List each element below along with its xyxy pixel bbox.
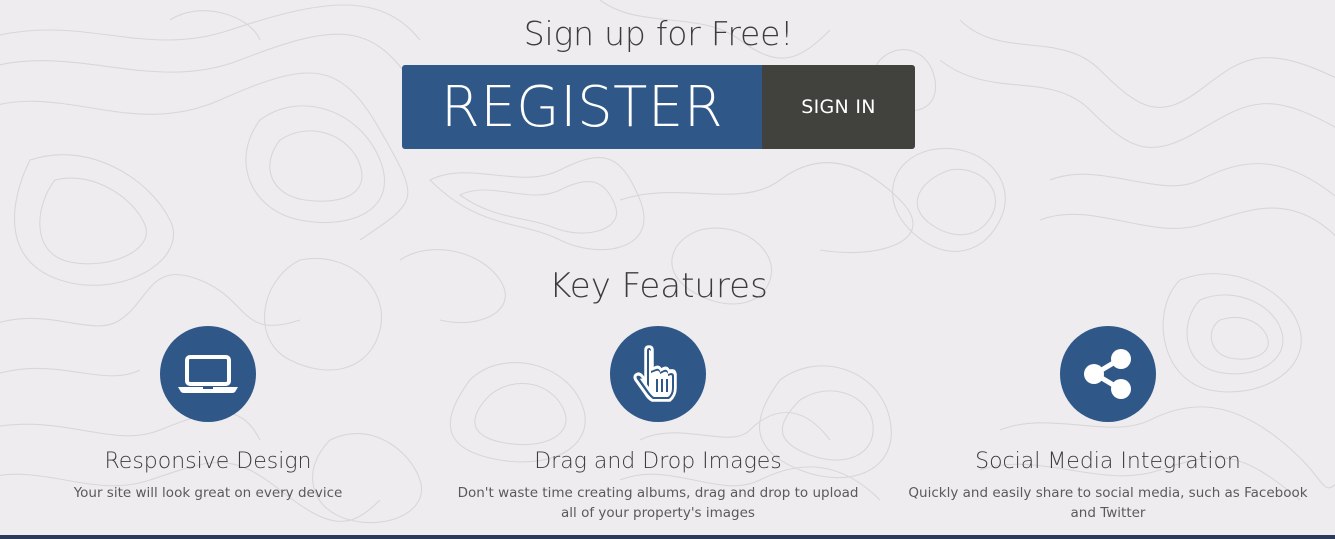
page-content: Sign up for Free! REGISTER SIGN IN Key F…	[0, 0, 1335, 539]
auth-button-group: REGISTER SIGN IN	[402, 65, 915, 149]
signup-heading: Sign up for Free!	[523, 14, 794, 53]
feature-icon-circle	[160, 326, 256, 422]
feature-responsive-design: Responsive Design Your site will look gr…	[0, 326, 418, 503]
share-icon	[1084, 349, 1131, 399]
footer-border	[0, 535, 1335, 539]
feature-social-media: Social Media Integration Quickly and eas…	[898, 326, 1318, 523]
feature-description: Your site will look great on every devic…	[73, 485, 343, 501]
features-heading: Key Features	[549, 266, 768, 306]
sign-in-button[interactable]: SIGN IN	[762, 65, 915, 149]
feature-icon-circle	[1060, 326, 1156, 422]
feature-description: Don't waste time creating albums, drag a…	[457, 485, 859, 521]
feature-title: Responsive Design	[104, 449, 312, 474]
feature-description: Quickly and easily share to social media…	[908, 485, 1308, 521]
feature-title: Drag and Drop Images	[534, 449, 782, 474]
feature-icon-circle	[610, 326, 706, 422]
feature-title: Social Media Integration	[975, 449, 1241, 474]
register-button[interactable]: REGISTER	[402, 65, 762, 149]
pointer-hand-icon	[633, 345, 677, 402]
laptop-icon	[178, 355, 238, 393]
feature-drag-and-drop: Drag and Drop Images Don't waste time cr…	[448, 326, 868, 523]
